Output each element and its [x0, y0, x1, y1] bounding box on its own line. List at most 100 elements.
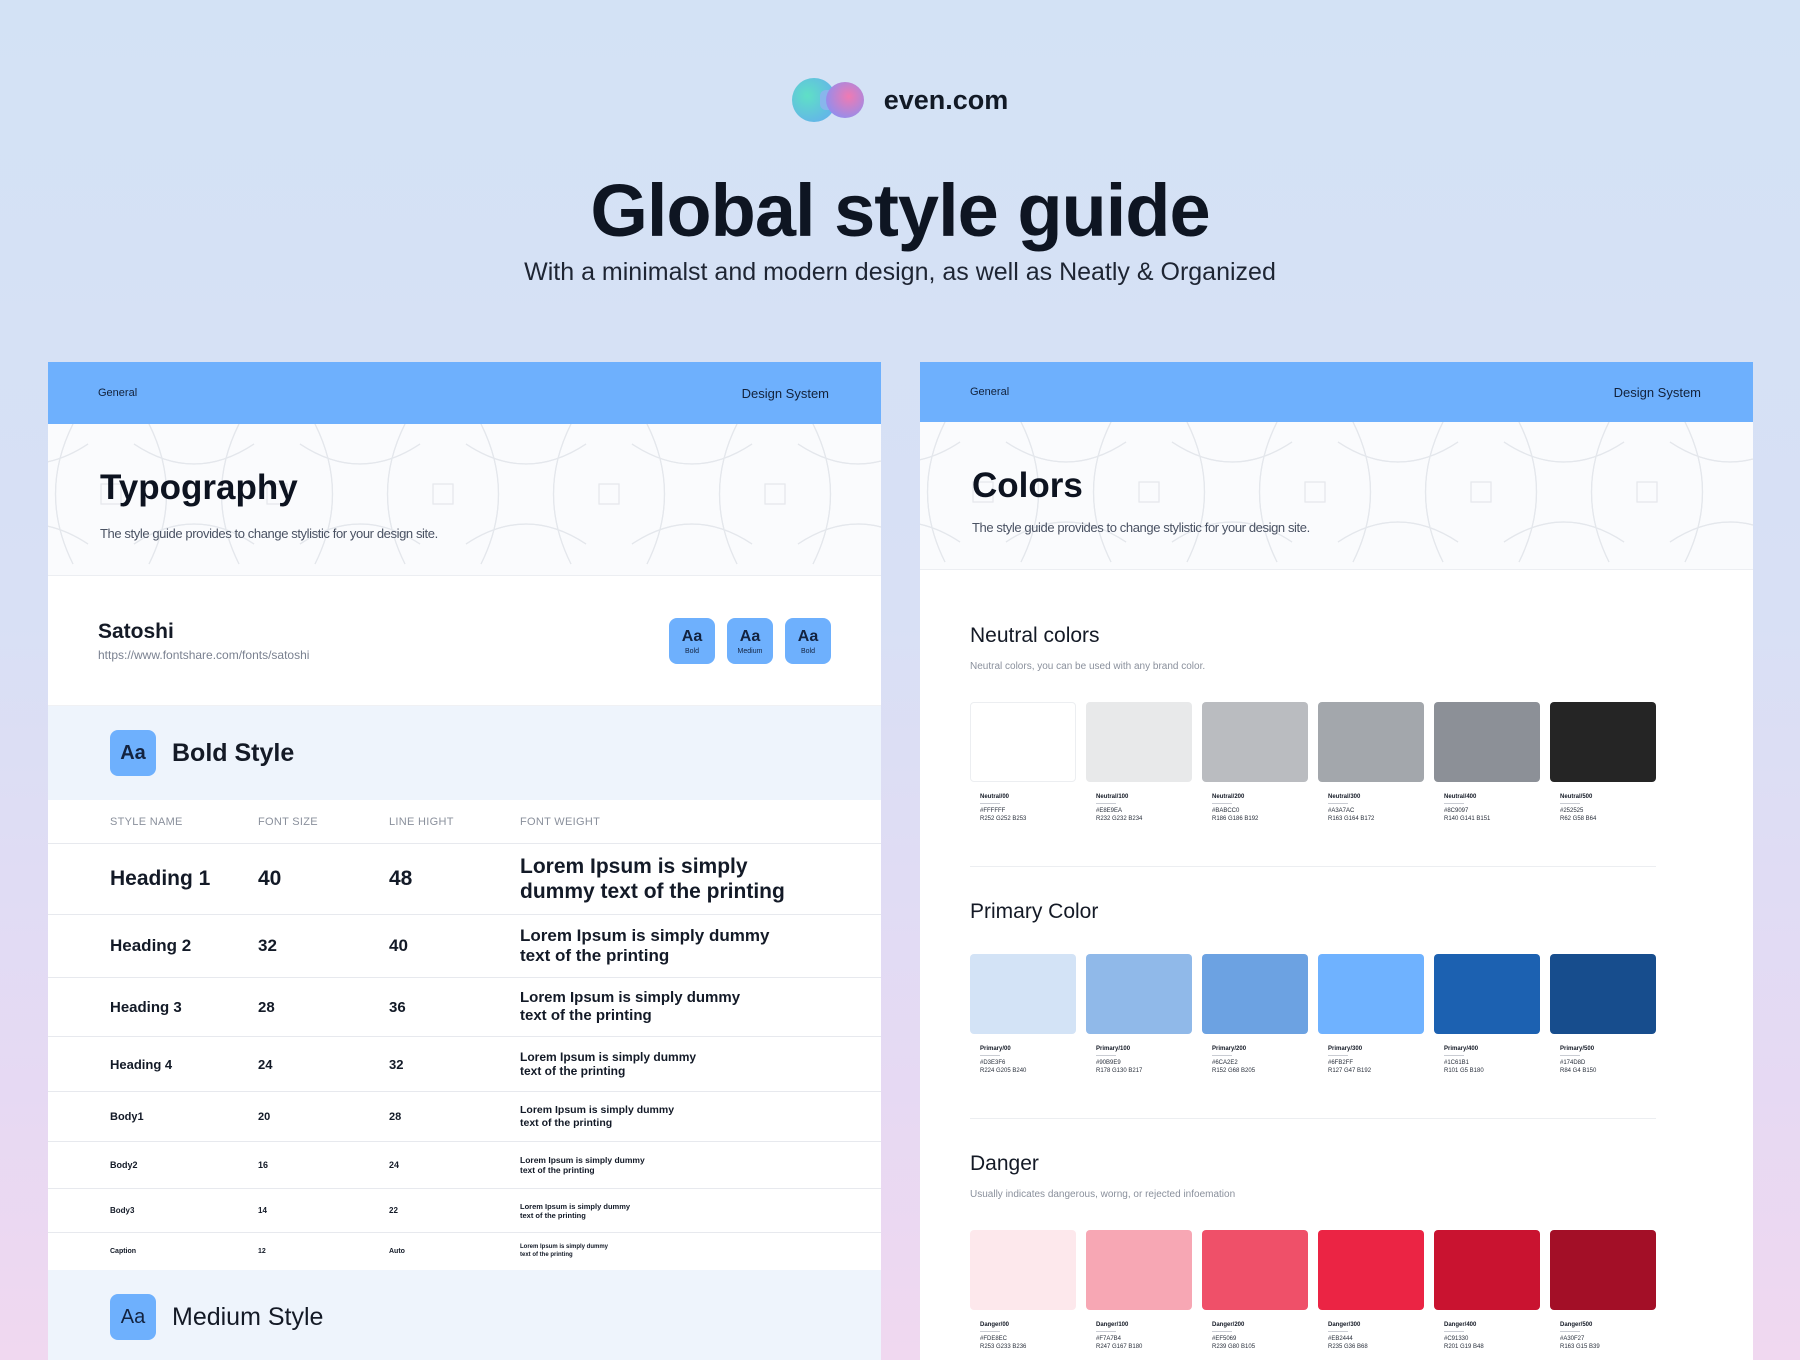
neutral-swatches: Neutral/00 #FFFFFF R252 G252 B253 Neutral/1… — [970, 702, 1656, 823]
color-swatch[interactable]: Danger/300 #EB2444 R235 G36 B68 — [1318, 1230, 1424, 1351]
color-swatch[interactable]: Neutral/300 #A3A7AC R163 G164 B172 — [1318, 702, 1424, 823]
color-swatch[interactable]: Danger/400 #C91330 R201 G19 B48 — [1434, 1230, 1540, 1351]
swatch-color-box — [1434, 954, 1540, 1034]
danger-description: Usually indicates dangerous, worng, or r… — [970, 1189, 1236, 1200]
swatch-hex: #90B9E9 — [1096, 1060, 1121, 1066]
weight-chips: Aa Bold Aa Medium Aa Bold — [669, 618, 831, 664]
swatch-name: Neutral/00 — [980, 794, 1010, 800]
swatch-rgb: R84 G4 B150 — [1560, 1067, 1597, 1074]
bold-style-title: Bold Style — [172, 738, 295, 767]
swatch-underline — [980, 1331, 1000, 1332]
neutral-description: Neutral colors, you can be used with any… — [970, 661, 1206, 672]
color-swatch[interactable]: Primary/00 #D3E3F6 R224 G205 B240 — [970, 954, 1076, 1075]
brand: even.com — [0, 78, 1800, 122]
row-line-height: 22 — [389, 1206, 398, 1215]
typography-panel: General Design System Typography The sty… — [48, 362, 881, 1360]
row-line-height: 28 — [389, 1110, 402, 1123]
font-url-link[interactable]: https://www.fontshare.com/fonts/satoshi — [98, 648, 309, 662]
swatch-underline — [1560, 1055, 1580, 1056]
swatch-underline — [980, 1055, 1000, 1056]
swatch-name: Primary/400 — [1444, 1046, 1479, 1052]
color-swatch[interactable]: Primary/500 #174D8D R84 G4 B150 — [1550, 954, 1656, 1075]
row-sample: Lorem Ipsum is simply dummy text of the … — [520, 1201, 631, 1220]
swatch-rgb: R101 G5 B180 — [1444, 1067, 1484, 1074]
colors-hero: Colors The style guide provides to chang… — [920, 422, 1753, 570]
panel-top-bar: General Design System — [920, 362, 1753, 422]
row-font-size: 40 — [258, 867, 282, 890]
swatch-hex: #EF5069 — [1212, 1336, 1237, 1342]
weight-chip-medium[interactable]: Aa Medium — [727, 618, 773, 664]
swatch-underline — [1328, 803, 1348, 804]
table-row: Heading 1 40 48 Lorem Ipsum is simply du… — [48, 844, 881, 915]
color-swatch[interactable]: Neutral/00 #FFFFFF R252 G252 B253 — [970, 702, 1076, 823]
swatch-underline — [1212, 1331, 1232, 1332]
swatch-color-box — [1318, 702, 1424, 782]
swatch-color-box — [1550, 954, 1656, 1034]
color-swatch[interactable]: Neutral/200 #BABCC0 R186 G186 B192 — [1202, 702, 1308, 823]
color-swatch[interactable]: Danger/200 #EF5069 R239 G80 B105 — [1202, 1230, 1308, 1351]
chip-weight-label: Medium — [737, 647, 763, 655]
swatch-name: Danger/300 — [1328, 1322, 1361, 1328]
type-table-header: STYLE NAME FONT SIZE LINE HIGHT FONT WEI… — [48, 800, 881, 844]
color-swatch[interactable]: Primary/300 #6FB2FF R127 G47 B192 — [1318, 954, 1424, 1075]
color-swatch[interactable]: Neutral/500 #252525 R62 G58 B64 — [1550, 702, 1656, 823]
swatch-underline — [1096, 1331, 1116, 1332]
color-swatch[interactable]: Neutral/100 #E8E9EA R232 G232 B234 — [1086, 702, 1192, 823]
swatch-rgb: R163 G15 B39 — [1560, 1343, 1600, 1350]
neutral-title: Neutral colors — [970, 624, 1100, 647]
row-line-height: 32 — [389, 1056, 404, 1072]
weight-chip-bold[interactable]: Aa Bold — [669, 618, 715, 664]
row-style-name: Heading 2 — [110, 936, 192, 955]
row-font-size: 24 — [258, 1056, 273, 1072]
swatch-underline — [1096, 1055, 1116, 1056]
font-family-row: Satoshi https://www.fontshare.com/fonts/… — [48, 576, 881, 706]
swatch-color-box — [1086, 702, 1192, 782]
colors-title: Colors — [972, 466, 1083, 505]
swatch-underline — [1096, 803, 1116, 804]
swatch-hex: #1C61B1 — [1444, 1060, 1470, 1066]
swatch-rgb: R152 G68 B205 — [1212, 1067, 1256, 1074]
type-table-body: Heading 1 40 48 Lorem Ipsum is simply du… — [48, 844, 881, 1271]
panel-top-bar: General Design System — [48, 362, 881, 424]
swatch-rgb: R253 G233 B236 — [980, 1343, 1027, 1350]
swatch-color-box — [1550, 702, 1656, 782]
danger-section: Danger Usually indicates dangerous, worn… — [970, 1152, 1703, 1200]
row-style-name: Heading 1 — [110, 867, 211, 890]
swatch-hex: #C91330 — [1444, 1336, 1469, 1342]
color-swatch[interactable]: Danger/500 #A30F27 R163 G15 B39 — [1550, 1230, 1656, 1351]
weight-chip-bold-2[interactable]: Aa Bold — [785, 618, 831, 664]
chip-weight-label: Bold — [684, 647, 699, 655]
typography-title: Typography — [100, 468, 298, 507]
swatch-underline — [1212, 803, 1232, 804]
swatch-hex: #6CA2E2 — [1212, 1060, 1238, 1066]
typography-description: The style guide provides to change styli… — [100, 526, 438, 541]
swatch-name: Neutral/100 — [1096, 794, 1129, 800]
color-swatch[interactable]: Danger/00 #FDE8EC R253 G233 B236 — [970, 1230, 1076, 1351]
col-font-size: FONT SIZE — [258, 815, 318, 828]
color-swatch[interactable]: Neutral/400 #8C9097 R140 G141 B151 — [1434, 702, 1540, 823]
page-title: Global style guide — [590, 169, 1210, 252]
color-swatch[interactable]: Primary/400 #1C61B1 R101 G5 B180 — [1434, 954, 1540, 1075]
row-style-name: Body1 — [110, 1110, 144, 1123]
color-swatch[interactable]: Danger/100 #F7A7B4 R247 G167 B180 — [1086, 1230, 1192, 1351]
swatch-rgb: R140 G141 B151 — [1444, 815, 1491, 822]
swatch-rgb: R163 G164 B172 — [1328, 815, 1375, 822]
swatch-name: Neutral/300 — [1328, 794, 1361, 800]
swatch-underline — [980, 803, 1000, 804]
row-font-size: 14 — [258, 1206, 267, 1215]
row-sample: Lorem Ipsum is simply dummy text of the … — [520, 1049, 697, 1078]
swatch-hex: #A30F27 — [1560, 1336, 1585, 1342]
color-swatch[interactable]: Primary/200 #6CA2E2 R152 G68 B205 — [1202, 954, 1308, 1075]
bar-design-system-label: Design System — [1613, 384, 1701, 400]
row-style-name: Body3 — [110, 1206, 135, 1215]
swatch-underline — [1444, 1055, 1464, 1056]
swatch-hex: #E8E9EA — [1096, 808, 1123, 814]
even-logo-icon — [791, 78, 870, 122]
primary-swatches: Primary/00 #D3E3F6 R224 G205 B240 Primary/1… — [970, 954, 1656, 1075]
row-font-size: 16 — [258, 1160, 269, 1170]
color-swatch[interactable]: Primary/100 #90B9E9 R178 G130 B217 — [1086, 954, 1192, 1075]
swatch-name: Danger/100 — [1096, 1322, 1129, 1328]
brand-name: even.com — [883, 84, 1009, 115]
bar-general-label: General — [98, 387, 138, 399]
swatch-hex: #F7A7B4 — [1096, 1336, 1122, 1342]
